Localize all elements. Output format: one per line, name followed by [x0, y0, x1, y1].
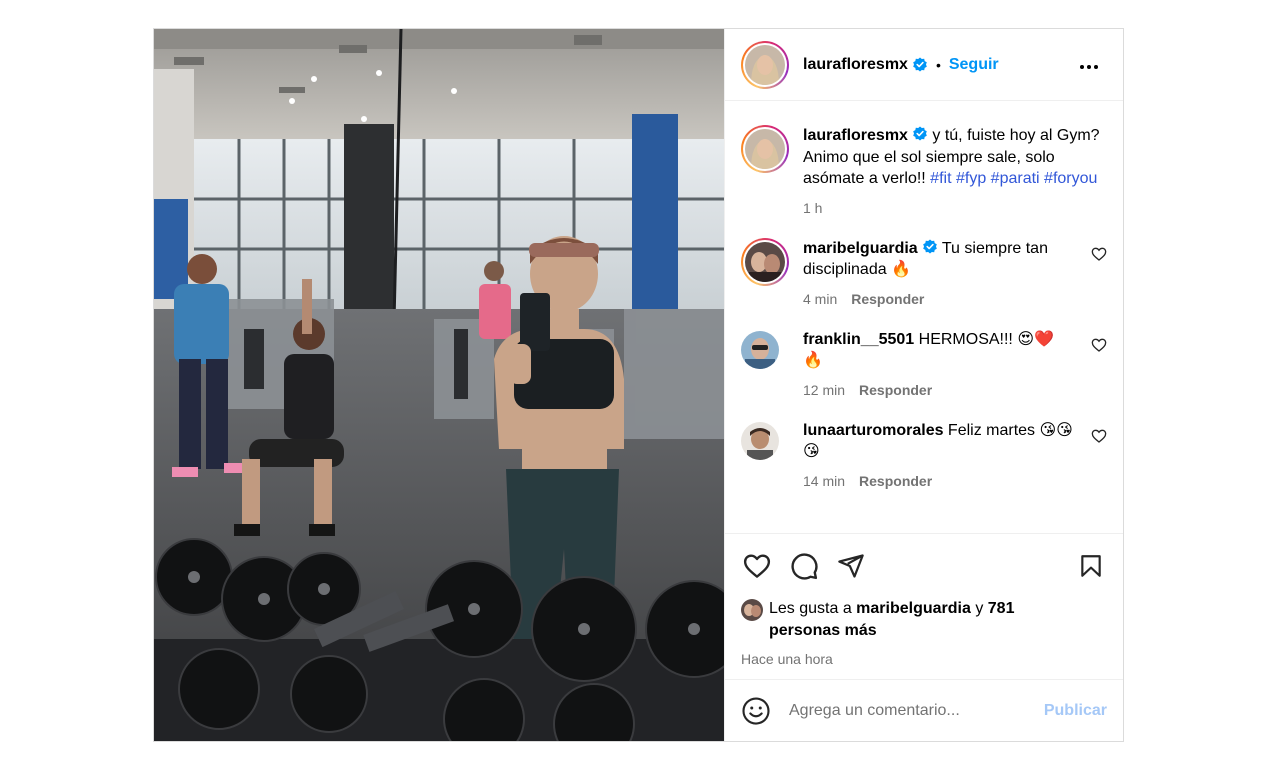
bookmark-icon [1081, 555, 1101, 577]
comment-time: 4 min [803, 290, 838, 307]
post-actions: Les gusta a maribelguardia y 781 personas… [725, 533, 1123, 679]
share-button[interactable] [835, 550, 867, 582]
caption-avatar [745, 129, 785, 169]
more-options-button[interactable] [1071, 53, 1107, 76]
likes-suffix[interactable]: personas más [769, 622, 877, 639]
comment-item: lunaarturomorales Feliz martes 😘😘😘 14 mi… [741, 420, 1107, 489]
commenter-avatar[interactable] [741, 421, 779, 460]
comment-input[interactable] [789, 701, 1044, 720]
publish-button[interactable]: Publicar [1044, 702, 1107, 720]
commenter-avatar[interactable] [741, 330, 779, 369]
hashtag-parati[interactable]: #parati [991, 170, 1040, 187]
comment-time: 12 min [803, 381, 846, 398]
comment-button[interactable] [788, 550, 820, 582]
liker-username[interactable]: maribelguardia [856, 600, 971, 617]
liker-avatar[interactable] [741, 599, 763, 621]
likes-prefix: Les gusta a [769, 600, 857, 617]
comment-time: 14 min [803, 472, 846, 489]
likes-summary: Les gusta a maribelguardia y 781 personas… [741, 598, 1107, 642]
comment-item: franklin__5501 HERMOSA!!! 😍❤️🔥 12 min Res… [741, 329, 1107, 398]
post-photo[interactable] [154, 29, 724, 741]
emoji-icon[interactable] [741, 696, 771, 726]
author-avatar [745, 44, 785, 85]
post-timestamp: Hace una hora [741, 651, 833, 667]
more-icon [1080, 65, 1098, 69]
author-username[interactable]: laurafloresmx [803, 56, 908, 74]
hashtag-foryou[interactable]: #foryou [1044, 170, 1097, 187]
hashtag-fyp[interactable]: #fyp [956, 170, 986, 187]
reply-button[interactable]: Responder [859, 382, 932, 398]
header-separator: • [935, 56, 941, 73]
likes-middle: y [970, 600, 988, 617]
share-icon [838, 554, 864, 578]
caption-username[interactable]: laurafloresmx [803, 127, 908, 144]
post-header: laurafloresmx • Seguir [725, 29, 1123, 101]
caption-time: 1 h [803, 199, 823, 216]
verified-icon [913, 57, 927, 71]
likes-count[interactable]: 781 [988, 600, 1015, 617]
caption: laurafloresmx y tú, fuiste hoy al Gym? A… [741, 125, 1107, 216]
gym-selfie-image [154, 29, 724, 741]
hashtag-fit[interactable]: #fit [930, 170, 951, 187]
save-button[interactable] [1075, 550, 1107, 582]
comment-icon [791, 553, 818, 580]
commenter-avatar [745, 241, 785, 282]
reply-button[interactable]: Responder [859, 473, 932, 489]
comment-composer: Publicar [725, 679, 1123, 741]
reply-button[interactable]: Responder [851, 291, 924, 307]
like-button[interactable] [741, 550, 773, 582]
comment-username[interactable]: maribelguardia [803, 240, 918, 257]
like-comment-heart-icon[interactable] [1091, 246, 1107, 262]
author-avatar-ring[interactable] [741, 40, 789, 89]
commenter-avatar-ring[interactable] [741, 237, 789, 286]
post-side-panel: laurafloresmx • Seguir laurafloresmx y t… [724, 29, 1123, 741]
comments-list[interactable]: laurafloresmx y tú, fuiste hoy al Gym? A… [725, 101, 1123, 533]
like-comment-heart-icon[interactable] [1091, 428, 1107, 444]
caption-avatar-ring[interactable] [741, 125, 789, 173]
follow-button[interactable]: Seguir [949, 56, 999, 74]
verified-icon [913, 126, 927, 141]
comment-username[interactable]: lunaarturomorales [803, 422, 943, 439]
heart-icon [743, 554, 771, 578]
verified-icon [922, 239, 937, 253]
comment-item: maribelguardia Tu siempre tan disciplina… [741, 237, 1107, 307]
like-comment-heart-icon[interactable] [1091, 337, 1107, 353]
post-card: laurafloresmx • Seguir laurafloresmx y t… [153, 28, 1124, 742]
comment-username[interactable]: franklin__5501 [803, 331, 914, 348]
